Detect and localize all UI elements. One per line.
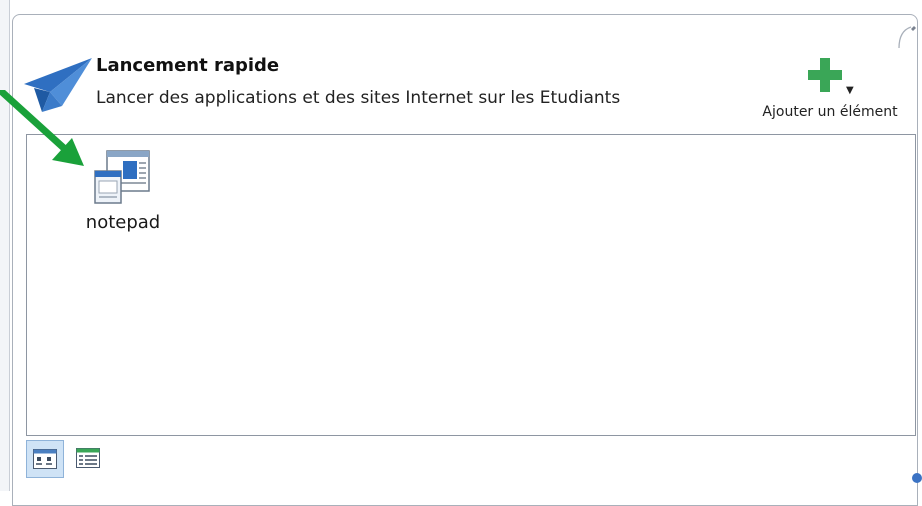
launch-items-list: notepad <box>26 134 916 436</box>
plus-icon <box>808 58 842 92</box>
pin-icon[interactable] <box>897 25 917 49</box>
details-list-view-icon <box>76 448 100 468</box>
annotation-arrow <box>0 90 84 166</box>
dropdown-caret-icon: ▼ <box>846 85 854 96</box>
details-view-button[interactable] <box>70 440 108 478</box>
resize-grip[interactable] <box>912 473 922 483</box>
add-item-button[interactable]: ▼ Ajouter un élément <box>748 56 912 130</box>
panel-title: Lancement rapide <box>96 55 280 76</box>
add-item-label: Ajouter un élément <box>762 104 898 120</box>
application-window-icon <box>94 150 150 204</box>
large-icons-view-button[interactable] <box>26 440 64 478</box>
large-icons-view-icon <box>33 449 57 469</box>
panel-subtitle: Lancer des applications et des sites Int… <box>96 88 621 108</box>
window-left-edge <box>0 0 10 491</box>
launch-item-label: notepad <box>85 212 161 233</box>
